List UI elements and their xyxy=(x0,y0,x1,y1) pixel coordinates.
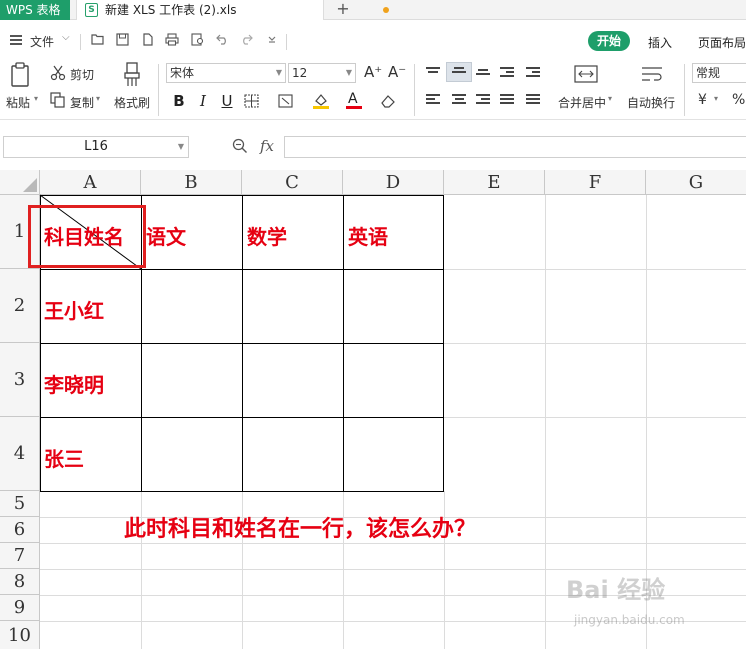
cell-a3[interactable]: 李晓明 xyxy=(44,369,104,398)
export-icon[interactable] xyxy=(139,33,155,49)
align-bottom-icon[interactable] xyxy=(476,69,490,81)
document-tab[interactable]: S 新建 XLS 工作表 (2).xls xyxy=(76,0,389,20)
hamburger-menu-icon[interactable] xyxy=(10,35,22,45)
annotation-text: 此时科目和姓名在一行，该怎么办？ xyxy=(124,516,477,542)
merge-dropdown-icon[interactable]: ▾ xyxy=(608,94,612,103)
bold-button[interactable]: B xyxy=(170,92,188,110)
clear-format-icon[interactable] xyxy=(380,94,398,108)
ribbon-toolbar: 粘贴 ▾ 剪切 复制 ▾ 格式刷 宋体 ▼ 12 ▼ A⁺ A⁻ B I U A xyxy=(0,58,746,120)
chevron-down-icon: ▼ xyxy=(345,68,352,77)
save-icon[interactable] xyxy=(114,33,130,49)
distributed-align-icon[interactable] xyxy=(526,94,540,106)
merge-center-button[interactable]: 合并居中 xyxy=(558,94,606,111)
merge-center-icon[interactable] xyxy=(574,64,598,84)
cell-a1[interactable]: 科目姓名 xyxy=(44,221,124,250)
document-title: 新建 XLS 工作表 (2).xls xyxy=(105,3,237,17)
cell-a2[interactable]: 王小红 xyxy=(44,295,104,324)
font-size-value: 12 xyxy=(292,66,308,80)
font-color-letter: A xyxy=(348,91,358,107)
increase-font-size-button[interactable]: A⁺ xyxy=(364,63,382,81)
scissors-icon[interactable] xyxy=(50,65,66,81)
ribbon-separator xyxy=(158,64,159,116)
cell-c1[interactable]: 数学 xyxy=(247,221,287,250)
chevron-down-icon[interactable]: ▼ xyxy=(178,137,184,157)
print-icon[interactable] xyxy=(164,33,180,49)
number-format-value: 常规 xyxy=(696,66,721,80)
font-color-icon[interactable]: A xyxy=(345,91,363,110)
paste-icon[interactable] xyxy=(10,62,32,88)
copy-icon[interactable] xyxy=(50,92,66,108)
tab-start[interactable]: 开始 xyxy=(588,31,630,51)
align-middle-icon[interactable] xyxy=(452,67,466,79)
justify-icon[interactable] xyxy=(500,94,514,106)
title-bar: WPS 表格 S 新建 XLS 工作表 (2).xls + xyxy=(0,0,746,20)
format-painter-icon[interactable] xyxy=(122,62,142,88)
fill-color-icon[interactable] xyxy=(312,92,330,110)
ribbon-separator xyxy=(414,64,415,116)
app-tab-wps[interactable]: WPS 表格 xyxy=(0,0,70,20)
underline-button[interactable]: U xyxy=(218,92,236,110)
baidu-watermark: Bai 经验 xyxy=(566,576,666,604)
new-tab-button[interactable]: + xyxy=(334,0,352,20)
italic-button[interactable]: I xyxy=(194,92,212,110)
number-format-select[interactable]: 常规 xyxy=(692,63,746,83)
file-menu[interactable]: 文件 xyxy=(30,33,54,50)
redo-icon[interactable] xyxy=(238,33,254,49)
currency-dropdown-icon[interactable]: ▾ xyxy=(714,94,718,103)
formula-input[interactable] xyxy=(284,136,746,158)
cell-b1[interactable]: 语文 xyxy=(146,221,186,250)
tab-page-layout[interactable]: 页面布局 xyxy=(698,34,746,51)
align-top-icon[interactable] xyxy=(426,67,440,79)
print-preview-icon[interactable] xyxy=(190,33,206,49)
menu-bar: 文件 ⌵ 开始 插入 页面布局 xyxy=(0,28,746,54)
spreadsheet-grid: A B C D E F G 1 2 3 4 5 6 7 8 9 10 科目姓名 … xyxy=(0,170,746,649)
cell-a4[interactable]: 张三 xyxy=(44,443,84,472)
menu-separator xyxy=(286,34,287,50)
ribbon-separator xyxy=(684,64,685,116)
increase-indent-icon[interactable] xyxy=(526,67,540,79)
tab-insert[interactable]: 插入 xyxy=(648,34,672,51)
insert-function-button[interactable]: fx xyxy=(260,137,274,155)
zoom-search-icon[interactable] xyxy=(232,138,248,158)
currency-button[interactable]: ¥ xyxy=(698,92,707,108)
font-family-value: 宋体 xyxy=(170,66,195,80)
paste-button[interactable]: 粘贴 xyxy=(6,94,30,111)
menu-separator xyxy=(80,34,81,50)
chevron-down-icon: ▼ xyxy=(275,68,282,77)
cut-button[interactable]: 剪切 xyxy=(70,66,94,83)
font-family-select[interactable]: 宋体 ▼ xyxy=(166,63,286,83)
align-center-icon[interactable] xyxy=(452,94,466,106)
formula-bar: L16 ▼ fx xyxy=(0,134,746,162)
paste-dropdown-icon[interactable]: ▾ xyxy=(34,94,38,103)
format-painter-button[interactable]: 格式刷 xyxy=(114,94,150,111)
cell-style-icon[interactable] xyxy=(278,94,294,108)
file-menu-chevron-icon[interactable]: ⌵ xyxy=(62,32,70,43)
font-size-select[interactable]: 12 ▼ xyxy=(288,63,356,83)
decrease-indent-icon[interactable] xyxy=(500,67,514,79)
decrease-font-size-button[interactable]: A⁻ xyxy=(388,63,406,81)
align-left-icon[interactable] xyxy=(426,94,440,106)
customize-toolbar-icon[interactable] xyxy=(264,33,280,49)
percent-button[interactable]: % xyxy=(732,92,745,108)
open-folder-icon[interactable] xyxy=(90,33,106,49)
copy-dropdown-icon[interactable]: ▾ xyxy=(96,94,100,103)
copy-button[interactable]: 复制 xyxy=(70,94,94,111)
wrap-text-icon[interactable] xyxy=(640,64,664,84)
align-right-icon[interactable] xyxy=(476,94,490,106)
undo-icon[interactable] xyxy=(214,33,230,49)
border-icon[interactable] xyxy=(244,94,260,108)
name-box[interactable]: L16 ▼ xyxy=(3,136,189,158)
unsaved-dot-icon xyxy=(383,7,389,13)
spreadsheet-file-icon: S xyxy=(85,3,98,17)
cell-reference: L16 xyxy=(84,139,108,154)
baidu-watermark-url: jingyan.baidu.com xyxy=(574,613,685,627)
cell-d1[interactable]: 英语 xyxy=(348,221,388,250)
wrap-text-button[interactable]: 自动换行 xyxy=(627,94,675,111)
